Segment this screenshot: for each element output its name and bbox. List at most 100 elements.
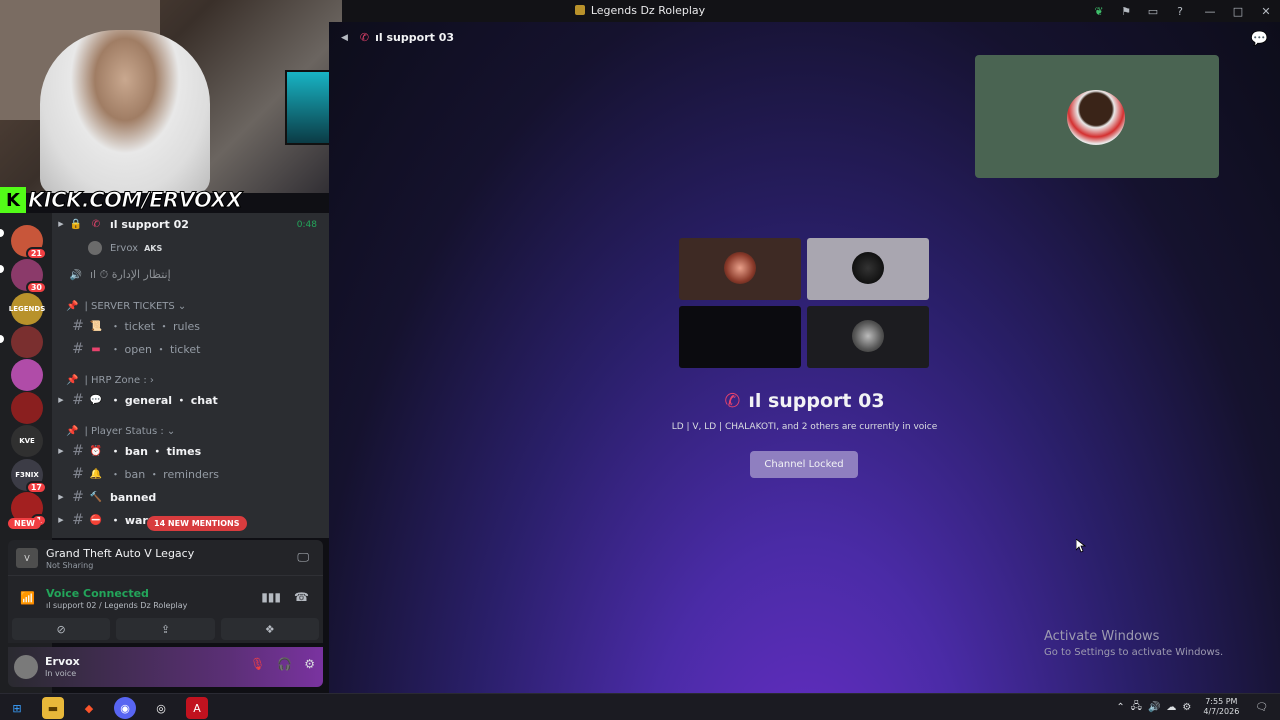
channel-ban-reminders[interactable]: # 🔔 ・ ban ・ reminders: [52, 463, 329, 485]
channel-open-ticket[interactable]: # ▬ ・ open ・ ticket: [52, 338, 329, 360]
voice-location[interactable]: ıl support 02 / Legends Dz Roleplay: [46, 601, 187, 610]
voice-status[interactable]: Voice Connected: [46, 587, 149, 600]
hash-icon: #: [72, 341, 84, 357]
webcam-overlay: [0, 0, 342, 193]
channel-list: ▶ 🔒 ✆ ıl support 02 0:48 Ervox AKS 🔊 ıl …: [52, 213, 329, 538]
headphones-icon[interactable]: 🎧: [277, 657, 292, 671]
minimize-button[interactable]: —: [1196, 0, 1224, 22]
noise-suppression-icon[interactable]: ▮▮▮: [261, 590, 281, 604]
participant-tile[interactable]: [807, 238, 929, 300]
clock[interactable]: 7:55 PM 4/7/2026: [1203, 697, 1239, 717]
voice-stage: ◀ ✆ ıl support 03 💬 ✆ ıl support 03 LD | …: [329, 22, 1280, 693]
chat-icon[interactable]: 💬: [1251, 31, 1268, 47]
avatar: [724, 252, 756, 284]
signal-icon[interactable]: 📶: [20, 591, 35, 605]
user-status: In voice: [45, 669, 77, 678]
server-icon[interactable]: 30: [11, 259, 47, 294]
server-icon-legends[interactable]: LEGENDS: [9, 293, 45, 325]
help-icon[interactable]: ?: [1172, 3, 1188, 19]
volume-icon[interactable]: ◀: [341, 33, 348, 43]
mic-muted-icon[interactable]: 🎙: [250, 657, 265, 671]
voice-channel-support-02[interactable]: ▶ 🔒 ✆ ıl support 02: [52, 213, 329, 235]
chevron-up-icon[interactable]: ⌃: [1116, 702, 1124, 713]
voice-channel-waiting[interactable]: 🔊 ıl ⏱ إنتظار الإدارة: [52, 264, 329, 286]
screen-share-button[interactable]: ⇪: [116, 618, 215, 640]
participant-tile[interactable]: [807, 306, 929, 368]
lock-icon: 🔒: [69, 218, 83, 230]
server-icon[interactable]: [11, 359, 43, 391]
channel-ticket-rules[interactable]: # 📜 ・ ticket ・ rules: [52, 315, 329, 337]
bookmark-icon[interactable]: ⚑: [1118, 3, 1134, 19]
hash-icon: #: [72, 466, 84, 482]
screen-share-icon[interactable]: 🖵: [297, 550, 309, 565]
avatar: [88, 241, 102, 255]
brave-browser-icon[interactable]: ◆: [78, 697, 100, 719]
username[interactable]: Ervox: [45, 655, 80, 668]
camera-off-button[interactable]: ⊘: [12, 618, 111, 640]
game-icon: V: [16, 548, 38, 568]
server-icon-kve[interactable]: KVE: [11, 425, 43, 457]
maximize-button[interactable]: □: [1224, 0, 1252, 22]
new-mentions-badge[interactable]: 14 NEW MENTIONS: [147, 516, 247, 531]
participant-avatar: [1067, 90, 1125, 145]
mouse-cursor-icon: [1076, 539, 1086, 553]
no-entry-icon: ⛔: [89, 514, 103, 526]
phone-icon: ✆: [359, 31, 370, 44]
phone-icon: ✆: [91, 218, 101, 230]
hash-icon: #: [72, 318, 84, 334]
stage-header: ◀ ✆ ıl support 03: [341, 31, 455, 44]
server-icon-f3nix[interactable]: F3NIX 17: [11, 459, 47, 494]
leaf-icon[interactable]: ❦: [1091, 3, 1107, 19]
file-explorer-icon[interactable]: ▬: [42, 697, 64, 719]
gta-icon[interactable]: ◎: [150, 697, 172, 719]
server-icon[interactable]: [11, 326, 43, 358]
speech-bubble-icon: 💬: [89, 394, 103, 406]
hash-icon: #: [72, 443, 84, 459]
activate-windows-watermark: Activate Windows Go to Settings to activ…: [1044, 629, 1224, 658]
discord-icon[interactable]: ◉: [114, 697, 136, 719]
category-server-tickets[interactable]: 📌 | SERVER TICKETS ⌄: [66, 296, 186, 316]
channel-banned[interactable]: ▶ # 🔨 banned: [52, 486, 329, 508]
settings-icon[interactable]: ⚙: [1182, 702, 1191, 713]
activity-panel: V Grand Theft Auto V Legacy Not Sharing …: [8, 540, 323, 575]
participant-tile[interactable]: [679, 238, 801, 300]
hash-icon: #: [72, 512, 84, 528]
gear-icon[interactable]: ⚙: [304, 657, 315, 671]
category-hrp-zone[interactable]: 📌 | HRP Zone : ›: [66, 370, 154, 390]
server-icon[interactable]: [11, 392, 43, 424]
activities-button[interactable]: ❖: [220, 618, 319, 640]
avatar[interactable]: [14, 655, 38, 679]
avatar: [852, 252, 884, 284]
app-icon[interactable]: A: [186, 697, 208, 719]
category-player-status[interactable]: 📌 | Player Status : ⌄: [66, 421, 175, 441]
close-button[interactable]: ✕: [1252, 0, 1280, 22]
server-icon[interactable]: 21: [11, 225, 47, 260]
inbox-icon[interactable]: ▭: [1145, 3, 1161, 19]
channel-ban-times[interactable]: ▶ # ⏰ ・ ban ・ times: [52, 440, 329, 462]
channel-general-chat[interactable]: ▶ # 💬 ・ general ・ chat: [52, 389, 329, 411]
windows-start-icon[interactable]: ⊞: [6, 697, 28, 719]
scroll-icon: 📜: [89, 320, 103, 332]
voice-user[interactable]: Ervox AKS: [88, 239, 162, 257]
participant-tile[interactable]: [679, 306, 801, 368]
popout-video[interactable]: [975, 55, 1219, 178]
user-tag: AKS: [144, 243, 163, 253]
network-icon[interactable]: 🖧: [1131, 699, 1142, 716]
disconnect-icon[interactable]: ☎: [294, 590, 309, 604]
channel-locked-button[interactable]: Channel Locked: [750, 451, 858, 478]
kick-overlay: K KICK.COM/ERVOXX: [0, 187, 243, 213]
hash-icon: #: [72, 489, 84, 505]
pin-icon: 📌: [66, 300, 79, 312]
collapse-arrow-icon: ▶: [58, 493, 64, 501]
notifications-icon[interactable]: 🗨: [1255, 702, 1268, 713]
taskbar: ⊞ ▬ ◆ ◉ ◎ A ⌃ 🖧 🔊 ☁ ⚙ 7:55 PM 4/7/2026 🗨: [0, 693, 1280, 720]
voice-panel: 📶 Voice Connected ıl support 02 / Legend…: [8, 575, 323, 643]
avatar: [852, 320, 884, 352]
pin-icon: 📌: [66, 374, 79, 386]
streamer-image: [40, 30, 210, 193]
onedrive-icon[interactable]: ☁: [1166, 702, 1176, 713]
alarm-icon: ⏰: [89, 445, 103, 457]
volume-icon[interactable]: 🔊: [1148, 702, 1160, 713]
kick-logo-icon: K: [0, 187, 26, 213]
hammer-icon: 🔨: [89, 491, 103, 503]
